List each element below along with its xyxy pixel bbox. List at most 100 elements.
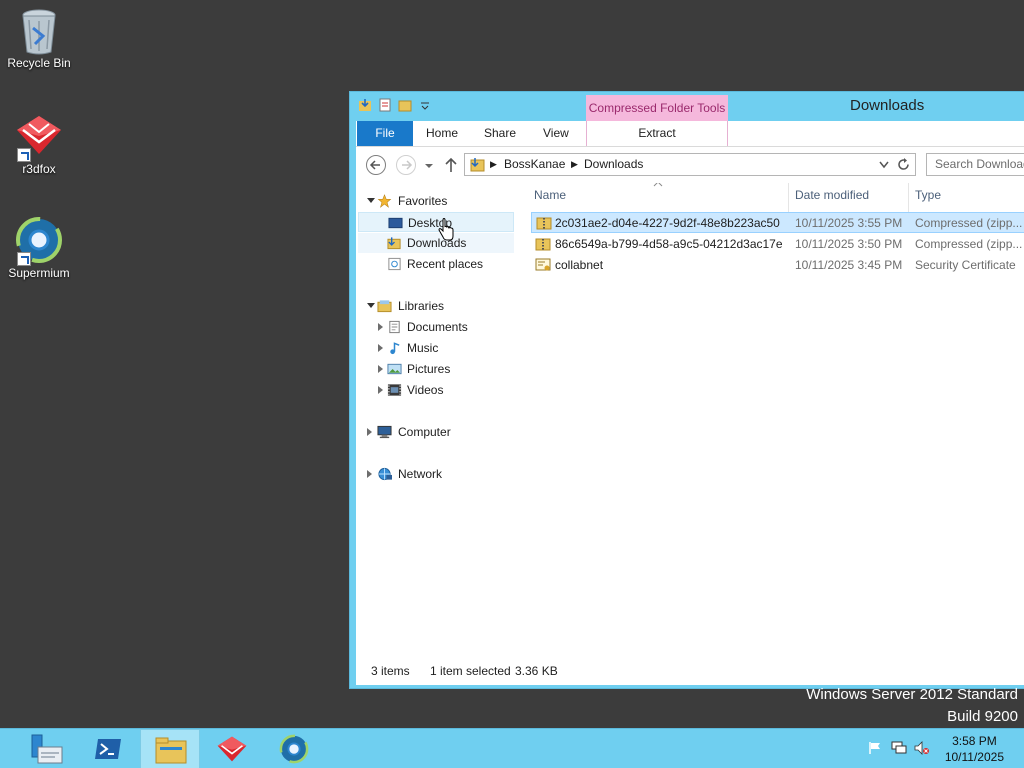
tab-file[interactable]: File [357,121,413,146]
action-center-flag-icon[interactable] [868,741,882,755]
network-status-icon[interactable] [891,741,907,755]
back-button[interactable] [366,155,386,175]
column-header-name[interactable]: Name [534,188,566,202]
column-separator[interactable] [908,183,909,213]
clock-date: 10/11/2025 [944,750,1004,764]
desktop-icon-r3dfox[interactable]: r3dfox [0,112,78,176]
nav-favorites[interactable]: Favorites [355,191,519,211]
tab-home[interactable]: Home [426,121,458,146]
nav-favorites-downloads[interactable]: Downloads [358,233,514,253]
new-folder-icon[interactable] [398,98,412,112]
nav-libraries-pictures[interactable]: Pictures [358,359,514,379]
sort-ascending-icon [653,183,663,187]
nav-label: Libraries [398,299,445,313]
nav-libraries-music[interactable]: Music [358,338,514,358]
tab-share[interactable]: Share [484,121,516,146]
file-name: collabnet [555,258,604,272]
supermium-icon [279,734,309,764]
nav-libraries-videos[interactable]: Videos [358,380,514,400]
expand-arrow-icon[interactable] [378,323,383,331]
desktop-icon-supermium[interactable]: Supermium [0,216,78,280]
nav-favorites-desktop[interactable]: Desktop [358,212,514,232]
clock[interactable]: 3:58 PM 10/11/2025 [945,733,1004,765]
file-date: 10/11/2025 3:50 PM [795,237,903,251]
star-icon [377,194,392,208]
folder-down-icon[interactable] [358,98,372,112]
expand-arrow-icon[interactable] [378,344,383,352]
breadcrumb-separator-icon[interactable]: ▶ [490,159,497,170]
ribbon-tabs: File Home Share View Extract [356,121,1024,146]
tab-view[interactable]: View [543,121,569,146]
os-build-text: Build 9200 [947,708,1018,725]
nav-network[interactable]: Network [355,464,519,484]
taskbar: 3:58 PM 10/11/2025 [0,728,1024,768]
nav-favorites-recent-places[interactable]: Recent places [358,254,514,274]
refresh-icon[interactable] [896,157,911,172]
r3dfox-taskbar-button[interactable] [202,729,262,768]
file-row[interactable]: 86c6549a-b799-4d58-a9c5-04212d3ac17e 10/… [531,234,1024,255]
os-edition-text: Windows Server 2012 Standard [806,686,1018,703]
server-manager-button[interactable] [16,729,76,768]
expand-arrow-icon[interactable] [367,428,372,436]
expand-arrow-icon[interactable] [367,470,372,478]
address-bar[interactable]: ▶ BossKanae ▶ Downloads [464,153,916,176]
title-bar[interactable]: Compressed Folder Tools Downloads [350,92,1024,121]
file-explorer-button[interactable] [140,729,200,768]
os-watermark: Windows Server 2012 Standard Build 9200 [806,684,1018,728]
nav-libraries[interactable]: Libraries [355,296,519,316]
forward-arrow-icon [402,160,413,170]
file-date: 10/11/2025 3:45 PM [795,258,903,272]
supermium-taskbar-button[interactable] [264,729,324,768]
status-selection: 1 item selected [430,664,511,678]
file-type: Compressed (zipp... [915,216,1023,230]
window-title: Downloads [850,97,925,114]
nav-label: Computer [398,425,451,439]
hand-cursor-icon [438,218,454,241]
context-tab-group-label: Compressed Folder Tools [586,95,728,121]
powershell-button[interactable] [78,729,138,768]
expand-arrow-icon[interactable] [367,198,375,207]
file-name: 2c031ae2-d04e-4227-9d2f-48e8b223ac50 [555,216,780,230]
chevron-down-icon[interactable] [418,98,432,112]
file-name: 86c6549a-b799-4d58-a9c5-04212d3ac17e [555,237,783,251]
properties-icon[interactable] [378,98,392,112]
zip-folder-icon [536,217,552,230]
file-row[interactable]: 2c031ae2-d04e-4227-9d2f-48e8b223ac50 10/… [531,212,1024,233]
address-dropdown-chevron-icon[interactable] [879,161,889,169]
expand-arrow-icon[interactable] [378,386,383,394]
expand-arrow-icon[interactable] [378,365,383,373]
shortcut-arrow-icon [17,252,31,266]
file-row[interactable]: collabnet 10/11/2025 3:45 PM Security Ce… [531,255,1024,276]
supermium-icon [15,216,63,266]
expand-arrow-icon[interactable] [367,303,375,312]
libraries-icon [377,300,392,313]
file-type: Compressed (zipp... [915,237,1023,251]
nav-label: Recent places [407,257,484,271]
desktop-icon-recycle-bin[interactable]: Recycle Bin [0,6,78,70]
tab-extract[interactable]: Extract [586,121,728,146]
videos-icon [387,384,402,396]
nav-label: Pictures [407,362,451,376]
nav-computer[interactable]: Computer [355,422,519,442]
forward-button[interactable] [396,155,416,175]
r3dfox-icon [217,736,247,762]
column-separator[interactable] [788,183,789,213]
recycle-bin-icon [15,6,63,55]
search-input[interactable]: Search Downloads [926,153,1024,176]
breadcrumb-bosskanae[interactable]: BossKanae [504,157,565,171]
breadcrumb-downloads[interactable]: Downloads [584,157,643,171]
column-header-type[interactable]: Type [915,188,941,202]
recent-locations-chevron-icon[interactable] [424,161,434,171]
nav-label: Documents [407,320,468,334]
navigation-tree: Favorites Desktop Downloads Recent place… [355,183,519,653]
volume-muted-icon[interactable] [914,741,930,755]
nav-label: Favorites [398,194,448,208]
column-header-date-modified[interactable]: Date modified [795,188,869,202]
file-type: Security Certificate [915,258,1016,272]
breadcrumb-separator-icon[interactable]: ▶ [571,159,578,170]
desktop-icon [388,217,403,229]
up-arrow-icon[interactable] [444,157,458,173]
downloads-folder-icon [387,237,401,250]
nav-libraries-documents[interactable]: Documents [358,317,514,337]
shortcut-arrow-icon [17,148,31,162]
